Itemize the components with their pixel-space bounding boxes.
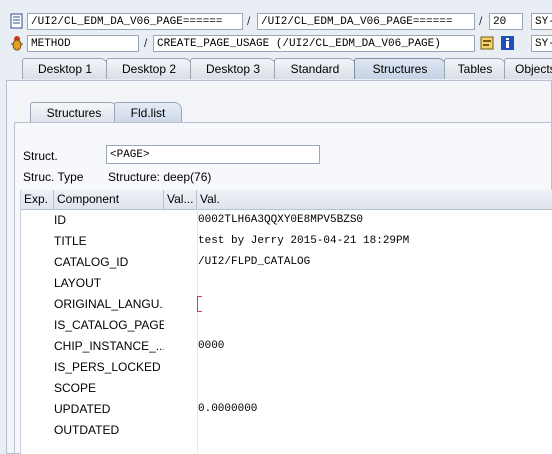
component-name: ORIGINAL_LANGU... — [54, 297, 164, 311]
component-name: TITLE — [54, 234, 87, 248]
component-name: CHIP_INSTANCE_... — [54, 339, 164, 353]
sy-field[interactable]: SY- — [531, 35, 552, 52]
component-value[interactable] — [198, 294, 548, 315]
header-component[interactable]: Component — [54, 190, 164, 209]
component-value[interactable] — [198, 420, 548, 441]
component-value[interactable]: test by Jerry 2015-04-21 18:29PM — [198, 231, 548, 252]
component-name: OUTDATED — [54, 423, 120, 437]
table-row[interactable]: CATALOG_ID /UI2/FLPD_CATALOG — [21, 252, 552, 273]
table-row[interactable]: IS_CATALOG_PAGE — [21, 315, 552, 336]
component-value[interactable] — [198, 315, 548, 336]
separator: / — [247, 14, 251, 28]
document-icon — [10, 13, 24, 29]
component-value[interactable]: 0002TLH6A3QQXY0E8MPV5BZS0 — [198, 210, 548, 231]
line-number-field[interactable]: 20 — [489, 13, 523, 30]
tab-desktop-1[interactable]: Desktop 1 — [22, 58, 108, 79]
struct-input[interactable]: <PAGE> — [106, 145, 320, 164]
component-value[interactable]: 0.0000000 — [198, 399, 548, 420]
separator: / — [479, 14, 483, 28]
struct-type-value: Structure: deep(76) — [108, 170, 212, 184]
field-list-grid: Exp. Component Val... Val. ID 0002TLH6A3… — [20, 190, 552, 454]
table-row[interactable]: LAYOUT — [21, 273, 552, 294]
component-name: CATALOG_ID — [54, 255, 129, 269]
text-cursor — [197, 296, 202, 312]
tab-structures[interactable]: Structures — [354, 58, 446, 79]
component-value[interactable] — [198, 273, 548, 294]
header-exp[interactable]: Exp. — [21, 190, 54, 209]
component-name: UPDATED — [54, 402, 111, 416]
struct-type-label: Struc. Type — [23, 170, 84, 184]
table-row[interactable]: SCOPE — [21, 378, 552, 399]
event-name-field[interactable]: CREATE_PAGE_USAGE (/UI2/CL_EDM_DA_V06_PA… — [153, 35, 475, 52]
separator: / — [144, 36, 148, 50]
subtab-field-list[interactable]: Fld.list — [114, 102, 182, 122]
header-valtype[interactable]: Val... — [164, 190, 197, 209]
struct-label: Struct. — [23, 149, 58, 163]
include-field[interactable]: /UI2/CL_EDM_DA_V06_PAGE====== — [257, 13, 475, 30]
tab-objects[interactable]: Objects — [504, 58, 552, 79]
tab-strip: Desktop 1 Desktop 2 Desktop 3 Standard S… — [0, 58, 552, 80]
component-name: LAYOUT — [54, 276, 102, 290]
component-name: ID — [54, 213, 66, 227]
component-name: SCOPE — [54, 381, 97, 395]
sy-field[interactable]: SY- — [531, 13, 552, 30]
component-value[interactable] — [198, 378, 548, 399]
table-row[interactable]: OUTDATED — [21, 420, 552, 441]
grid-header: Exp. Component Val... Val. — [21, 190, 552, 210]
component-name: IS_CATALOG_PAGE — [54, 318, 164, 332]
event-type-field[interactable]: METHOD — [27, 35, 139, 52]
info-icon[interactable] — [500, 35, 514, 51]
header-value[interactable]: Val. — [197, 190, 552, 209]
program-field[interactable]: /UI2/CL_EDM_DA_V06_PAGE====== — [27, 13, 243, 30]
table-row[interactable]: UPDATED 0.0000000 — [21, 399, 552, 420]
table-row[interactable]: ORIGINAL_LANGU... — [21, 294, 552, 315]
component-value[interactable]: 0000 — [198, 336, 548, 357]
table-row[interactable]: ID 0002TLH6A3QQXY0E8MPV5BZS0 — [21, 210, 552, 231]
table-row[interactable]: IS_PERS_LOCKED — [21, 357, 552, 378]
tab-desktop-3[interactable]: Desktop 3 — [190, 58, 276, 79]
component-name: IS_PERS_LOCKED — [54, 360, 161, 374]
tab-standard[interactable]: Standard — [274, 58, 356, 79]
component-value[interactable] — [198, 357, 548, 378]
tab-desktop-2[interactable]: Desktop 2 — [106, 58, 192, 79]
subtab-structures[interactable]: Structures — [30, 102, 118, 122]
tab-tables[interactable]: Tables — [444, 58, 506, 79]
where-used-icon[interactable] — [480, 35, 494, 51]
table-row[interactable]: TITLE test by Jerry 2015-04-21 18:29PM — [21, 231, 552, 252]
component-value[interactable]: /UI2/FLPD_CATALOG — [198, 252, 548, 273]
debug-bug-icon — [10, 35, 24, 51]
table-row[interactable]: CHIP_INSTANCE_... 0000 — [21, 336, 552, 357]
